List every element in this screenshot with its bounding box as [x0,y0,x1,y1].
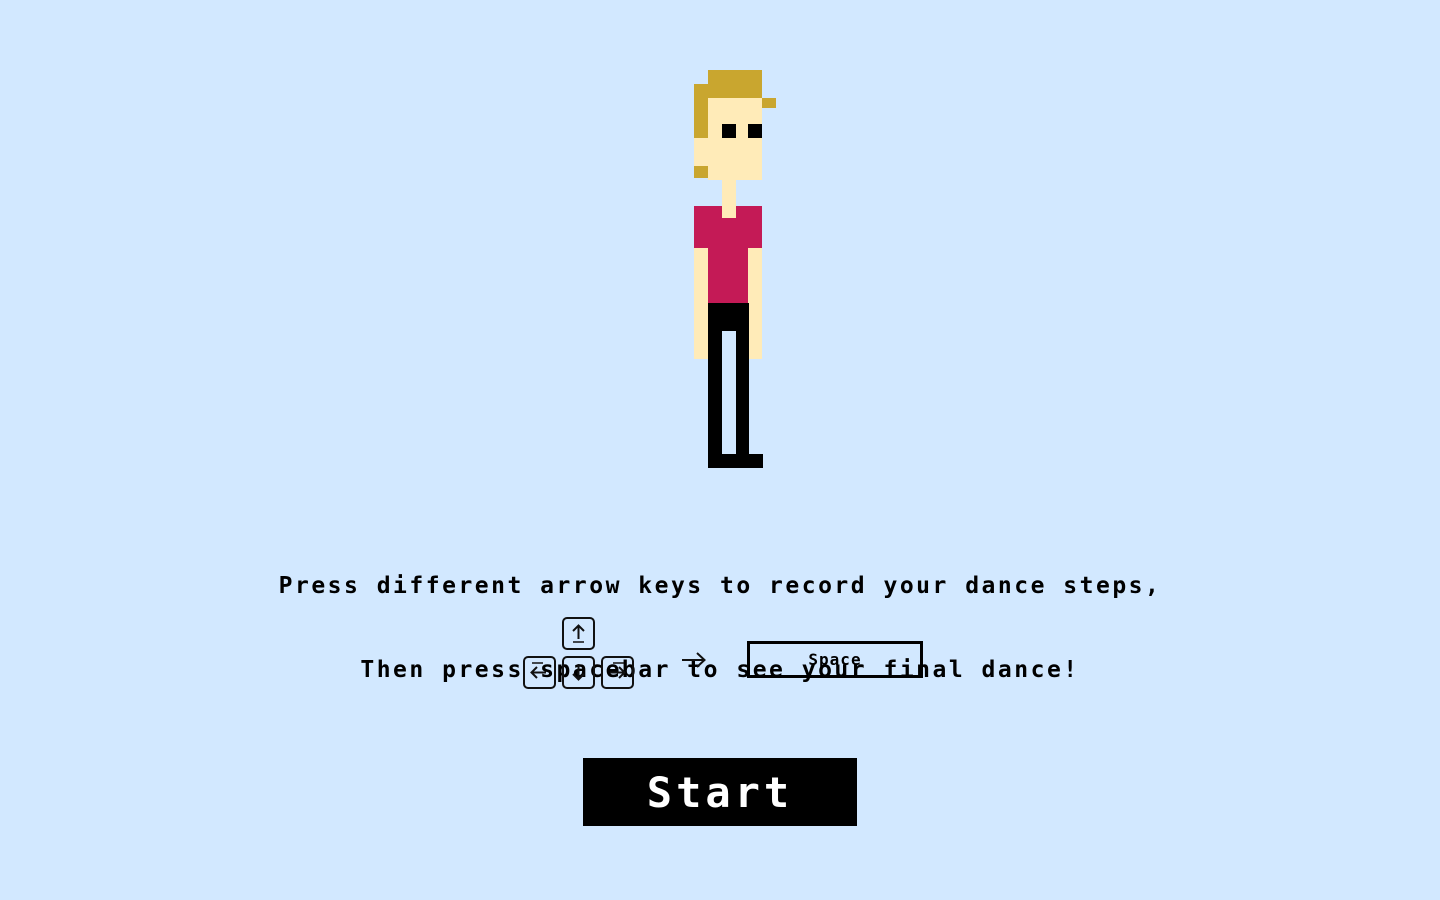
character-chin [694,138,708,166]
character-hair-side [694,84,708,138]
character-collar [722,206,736,218]
instructions-text: Press different arrow keys to record you… [0,516,1440,740]
down-arrow-key [562,656,595,689]
start-button[interactable]: Start [583,758,857,826]
spacebar-label: Space [808,650,862,669]
spacebar-key: Space [747,641,923,678]
character-right-eye [748,124,762,138]
character-left-arm [694,248,708,359]
character-face [708,98,762,180]
instructions-line-1: Press different arrow keys to record you… [278,573,1162,599]
dancer-character [680,56,790,476]
down-arrow-icon [572,664,585,681]
right-arrow-key [601,656,634,689]
character-sideburn [694,166,708,178]
character-right-arm [748,248,762,359]
game-screen: Press different arrow keys to record you… [0,0,1440,900]
instructions-line-2: Then press spacebar to see your final da… [360,657,1080,683]
character-neck [722,180,736,208]
character-hair-tip [762,98,776,108]
left-arrow-icon [530,662,546,679]
character-leg-gap [722,331,736,454]
character-shoe [736,454,763,468]
up-arrow-icon [572,624,585,643]
character-hair [708,70,762,98]
character-left-eye [722,124,736,138]
left-arrow-key [523,656,556,689]
then-arrow-icon [682,652,706,668]
right-arrow-icon [610,662,626,679]
up-arrow-key [562,617,595,650]
